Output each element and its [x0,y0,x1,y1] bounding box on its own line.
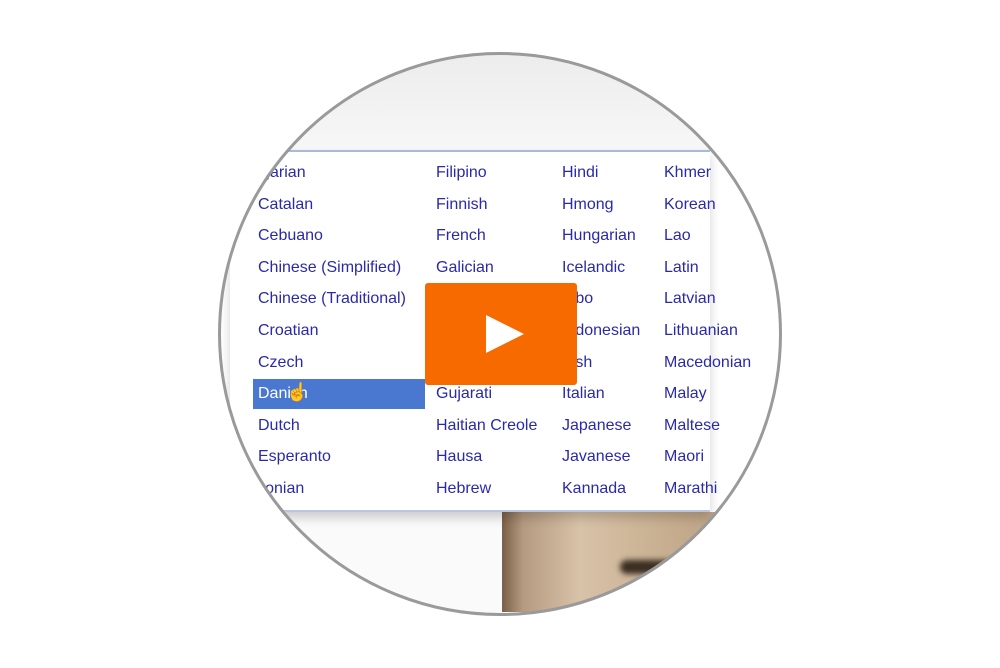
language-option[interactable]: Czech [258,353,303,373]
language-option[interactable]: Bulgarian [238,163,306,183]
language-option[interactable]: Cebuano [258,226,323,246]
language-option[interactable]: Haitian Creole [436,416,537,436]
language-option[interactable]: Gujarati [436,384,492,404]
language-option[interactable]: Korean [664,195,716,215]
language-option[interactable]: Malay [664,384,707,404]
language-option[interactable]: Macedonian [664,353,751,373]
language-option[interactable]: Dutch [258,416,300,436]
language-option[interactable]: Galician [436,258,494,278]
language-option[interactable]: Kannada [562,479,626,499]
language-option[interactable]: Hausa [436,447,482,467]
language-option[interactable]: Latin [664,258,699,278]
language-option[interactable]: Javanese [562,447,631,467]
language-option[interactable]: Lithuanian [664,321,738,341]
language-option[interactable]: Lao [664,226,691,246]
language-option[interactable]: Hebrew [436,479,491,499]
language-option[interactable]: Marathi [664,479,717,499]
language-option[interactable]: Latvian [664,289,716,309]
page-header-strip [218,52,782,150]
hand-cursor-icon: ☝ [286,382,309,402]
language-option[interactable]: Filipino [436,163,487,183]
language-option[interactable]: Hmong [562,195,614,215]
play-icon [486,315,524,353]
page-background [218,512,782,616]
language-option[interactable]: Hindi [562,163,598,183]
language-option[interactable]: Japanese [562,416,631,436]
language-option[interactable]: Chinese (Simplified) [258,258,401,278]
language-option[interactable]: Estonian [242,479,304,499]
play-button[interactable] [425,283,577,385]
language-option[interactable]: Khmer [664,163,711,183]
language-option[interactable]: Chinese (Traditional) [258,289,406,309]
language-option[interactable]: Esperanto [258,447,331,467]
language-option[interactable]: Catalan [258,195,313,215]
language-option[interactable]: Maori [664,447,704,467]
language-option[interactable]: Maltese [664,416,720,436]
language-option[interactable]: Finnish [436,195,488,215]
language-option[interactable]: French [436,226,486,246]
photo-detail [620,560,680,574]
language-option[interactable]: Croatian [258,321,318,341]
language-option[interactable]: Icelandic [562,258,625,278]
language-option[interactable]: Italian [562,384,605,404]
language-option[interactable]: Hungarian [562,226,636,246]
